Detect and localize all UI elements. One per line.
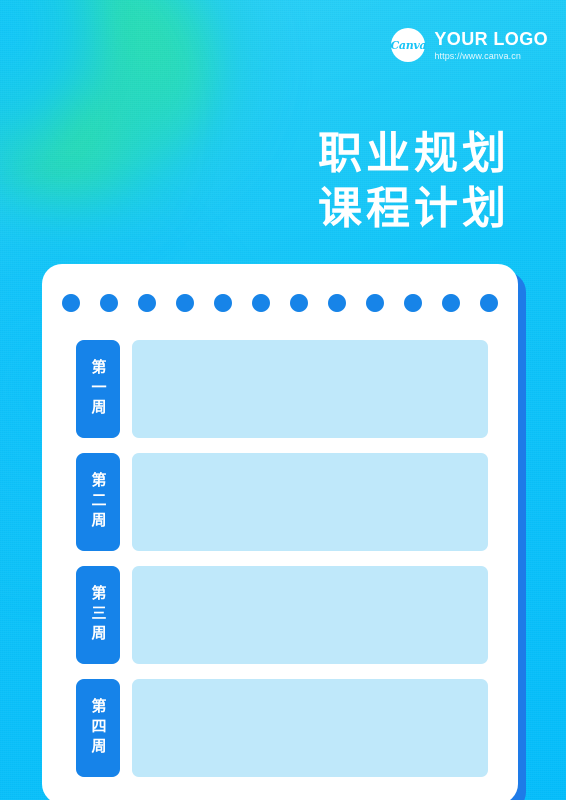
logo-name: YOUR LOGO bbox=[434, 28, 548, 49]
week-badge-label: 第一周 bbox=[89, 359, 108, 419]
schedule-card: 第一周第二周第三周第四周 bbox=[42, 264, 518, 800]
binder-dot bbox=[404, 294, 422, 312]
dots-row bbox=[42, 294, 518, 312]
week-row: 第三周 bbox=[76, 566, 488, 664]
week-badge[interactable]: 第三周 bbox=[76, 566, 120, 664]
week-content-box[interactable] bbox=[132, 566, 488, 664]
week-badge[interactable]: 第二周 bbox=[76, 453, 120, 551]
binder-dot bbox=[290, 294, 308, 312]
week-badge[interactable]: 第一周 bbox=[76, 340, 120, 438]
logo-url: https://www.canva.cn bbox=[434, 50, 521, 61]
binder-dot bbox=[214, 294, 232, 312]
week-row: 第二周 bbox=[76, 453, 488, 551]
binder-dot bbox=[328, 294, 346, 312]
canva-circle-icon: Canva bbox=[390, 28, 427, 62]
binder-dot bbox=[62, 294, 80, 312]
canva-wordmark: Canva bbox=[390, 38, 427, 52]
week-badge-label: 第二周 bbox=[89, 472, 108, 532]
poster-canvas: Canva YOUR LOGO https://www.canva.cn 职业规… bbox=[0, 0, 566, 800]
week-rows: 第一周第二周第三周第四周 bbox=[76, 340, 488, 777]
logo-texts: YOUR LOGO https://www.canva.cn bbox=[434, 30, 548, 61]
week-content-box[interactable] bbox=[132, 453, 488, 551]
week-content-box[interactable] bbox=[132, 340, 488, 438]
week-badge[interactable]: 第四周 bbox=[76, 679, 120, 777]
binder-dot bbox=[366, 294, 384, 312]
week-row: 第四周 bbox=[76, 679, 488, 777]
week-row: 第一周 bbox=[76, 340, 488, 438]
title-line-2: 课程计划 bbox=[318, 183, 510, 235]
week-badge-label: 第四周 bbox=[89, 698, 108, 758]
week-badge-label: 第三周 bbox=[89, 585, 108, 645]
binder-dot bbox=[252, 294, 270, 312]
page-title: 职业规划 课程计划 bbox=[318, 126, 510, 237]
binder-dot bbox=[138, 294, 156, 312]
binder-dot bbox=[442, 294, 460, 312]
logo-block[interactable]: Canva YOUR LOGO https://www.canva.cn bbox=[390, 28, 548, 62]
title-line-1: 职业规划 bbox=[318, 128, 510, 179]
binder-dot bbox=[480, 294, 498, 312]
binder-dot bbox=[176, 294, 194, 312]
binder-dot bbox=[100, 294, 118, 312]
week-content-box[interactable] bbox=[132, 679, 488, 777]
